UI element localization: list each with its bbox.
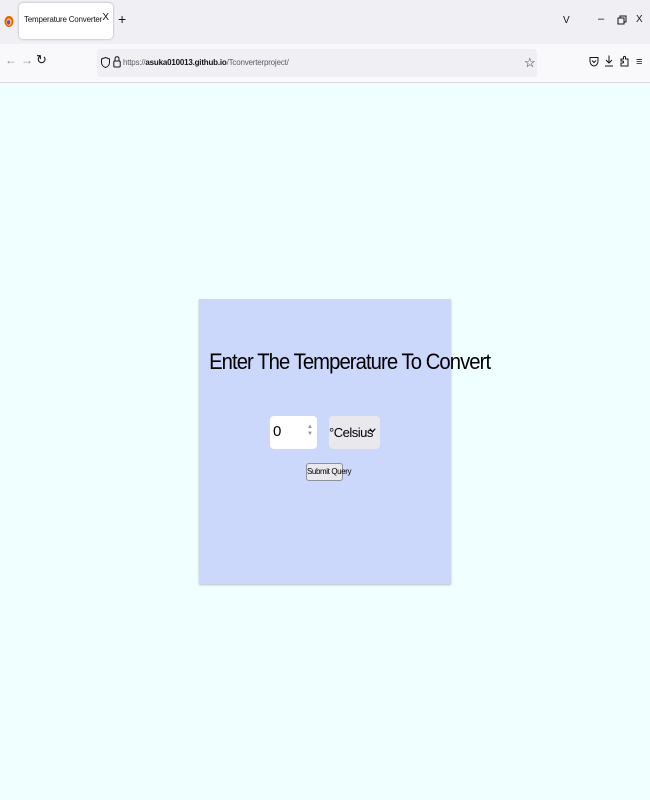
page-content: Enter The Temperature To Convert 0 ▲ ▼ °… — [0, 83, 650, 800]
back-arrow-icon[interactable]: ← — [5, 54, 17, 66]
forward-arrow-icon[interactable]: → — [21, 54, 33, 66]
minimize-button[interactable]: – — [598, 13, 604, 25]
tab-bar: Temperature Converter X + V – X — [0, 0, 650, 44]
url-path: /Tconverterproject/ — [226, 58, 289, 67]
browser-window: Temperature Converter X + V – X ← → ↻ ht… — [0, 0, 650, 800]
number-spinner[interactable]: ▲ ▼ — [307, 424, 313, 440]
list-all-tabs-button[interactable]: V — [563, 15, 570, 26]
pocket-icon[interactable] — [589, 56, 599, 67]
restore-window-icon[interactable] — [617, 15, 627, 25]
url-host: asuka010013.github.io — [145, 58, 227, 67]
tab-temperature-converter[interactable]: Temperature Converter X — [19, 3, 113, 39]
page-title: Enter The Temperature To Convert — [209, 349, 491, 374]
app-menu-icon[interactable]: ≡ — [636, 56, 642, 68]
spin-down-icon[interactable]: ▼ — [307, 431, 313, 438]
unit-select[interactable]: °Celsius — [329, 416, 380, 449]
chevron-down-icon — [369, 428, 376, 433]
close-window-button[interactable]: X — [636, 14, 643, 25]
temperature-input[interactable]: 0 ▲ ▼ — [270, 416, 317, 449]
new-tab-button[interactable]: + — [118, 12, 126, 26]
submit-query-button[interactable]: Submit Query — [306, 463, 352, 481]
unit-selected-value: °Celsius — [329, 425, 373, 440]
firefox-logo-icon — [4, 16, 14, 27]
tab-close-icon[interactable]: X — [102, 12, 109, 23]
downloads-icon[interactable] — [604, 55, 614, 67]
temperature-value: 0 — [273, 423, 282, 440]
tracking-protection-shield-icon[interactable] — [101, 57, 110, 68]
lock-icon[interactable] — [113, 56, 121, 68]
converter-card: Enter The Temperature To Convert 0 ▲ ▼ °… — [199, 299, 491, 584]
navigation-toolbar: ← → ↻ https://asuka010013.github.io/Tcon… — [0, 44, 650, 83]
reload-icon[interactable]: ↻ — [36, 53, 47, 66]
address-bar[interactable]: https://asuka010013.github.io/Tconverter… — [97, 49, 537, 77]
spin-up-icon[interactable]: ▲ — [307, 424, 313, 431]
bookmark-star-icon[interactable]: ☆ — [524, 56, 536, 69]
extensions-icon[interactable] — [620, 55, 629, 67]
url-text[interactable]: https://asuka010013.github.io/Tconverter… — [123, 58, 289, 67]
submit-query-label: Submit Query — [307, 467, 352, 476]
url-scheme: https:// — [123, 58, 146, 67]
tab-title: Temperature Converter — [24, 15, 103, 24]
